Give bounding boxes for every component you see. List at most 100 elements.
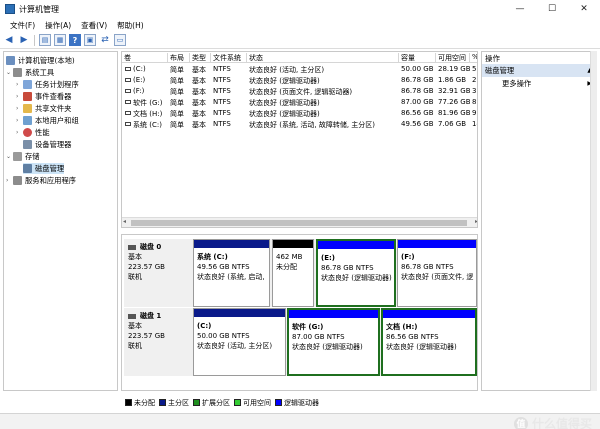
close-button[interactable]: ✕: [568, 0, 600, 18]
partition-block[interactable]: 系统 (C:) 49.56 GB NTFS 状态良好 (系统, 启动,: [193, 239, 270, 307]
back-arrow-icon[interactable]: ◀: [3, 34, 15, 46]
column-type[interactable]: 类型: [190, 53, 211, 63]
menu-bar: 文件(F) 操作(A) 查看(V) 帮助(H): [0, 18, 600, 32]
folder-up-icon[interactable]: ▤: [39, 34, 51, 46]
partition-type-bar: [273, 240, 313, 248]
table-cell: 81.96 GB: [438, 109, 470, 117]
table-cell: 2: [472, 76, 477, 84]
table-cell: 89: [472, 98, 477, 106]
folder-icon: [23, 104, 32, 113]
expand-down-icon[interactable]: ⌄: [6, 69, 13, 76]
scroll-left-icon[interactable]: ◂: [123, 218, 126, 225]
tree-item-shared-folders[interactable]: › 共享文件夹: [16, 103, 71, 114]
tree-item-disk-management[interactable]: 磁盘管理: [23, 163, 65, 174]
forward-arrow-icon[interactable]: ▶: [18, 34, 30, 46]
menu-action[interactable]: 操作(A): [45, 20, 71, 31]
scroll-right-icon[interactable]: ▸: [475, 218, 477, 225]
expand-down-icon[interactable]: ⌄: [6, 153, 13, 160]
legend-free-space: 可用空间: [234, 398, 271, 408]
table-cell: NTFS: [213, 98, 231, 106]
partition-type-bar: [194, 240, 269, 248]
expand-right-icon[interactable]: ›: [16, 117, 23, 124]
menu-file[interactable]: 文件(F): [10, 20, 35, 31]
disk-graphical-view: 磁盘 0 基本 223.57 GB 联机 系统 (C:) 49.56 GB NTFS 状态良…: [121, 234, 478, 391]
column-capacity[interactable]: 容量: [399, 53, 436, 63]
help-icon[interactable]: ?: [69, 34, 81, 46]
table-row[interactable]: (C:) 简单 基本 NTFS 状态良好 (活动, 主分区) 50.00 GB 28.19 …: [122, 64, 477, 75]
column-volume[interactable]: 卷: [122, 53, 168, 63]
table-row[interactable]: (F:) 简单 基本 NTFS 状态良好 (页面文件, 逻辑驱动器) 86.78 GB 32…: [122, 86, 477, 97]
table-cell: 86.78 GB: [401, 76, 434, 84]
event-icon: [23, 92, 32, 101]
more-actions-item[interactable]: 更多操作 ▶: [482, 77, 596, 90]
table-cell: 简单: [170, 88, 184, 96]
table-cell: 简单: [170, 99, 184, 107]
disk-info[interactable]: 磁盘 1 基本 223.57 GB 联机: [124, 308, 191, 376]
expand-right-icon[interactable]: ›: [16, 129, 23, 136]
tree-item-storage[interactable]: ⌄ 存储: [6, 151, 40, 162]
performance-icon: [23, 128, 32, 137]
partition-size: 462 MB: [276, 253, 303, 261]
partition-size: 86.56 GB NTFS: [386, 333, 439, 341]
partition-block[interactable]: (F:) 86.78 GB NTFS 状态良好 (页面文件, 逻: [397, 239, 477, 307]
partition-status: 状态良好 (逻辑驱动器): [321, 274, 392, 282]
table-cell: (F:): [133, 87, 145, 95]
table-row[interactable]: (E:) 简单 基本 NTFS 状态良好 (逻辑驱动器) 86.78 GB 1.86 GB 2: [122, 75, 477, 86]
table-row[interactable]: 软件 (G:) 简单 基本 NTFS 状态良好 (逻辑驱动器) 87.00 GB 77.26…: [122, 97, 477, 108]
column-filesystem[interactable]: 文件系统: [211, 53, 247, 63]
partition-block[interactable]: (E:) 86.78 GB NTFS 状态良好 (逻辑驱动器): [316, 239, 396, 307]
table-cell: 基本: [192, 88, 206, 96]
disk-type: 基本: [128, 253, 142, 261]
partition-block[interactable]: 文档 (H:) 86.56 GB NTFS 状态良好 (逻辑驱动器): [381, 308, 477, 376]
disk-info[interactable]: 磁盘 0 基本 223.57 GB 联机: [124, 239, 191, 307]
partition-block[interactable]: 462 MB 未分配: [272, 239, 314, 307]
expand-right-icon[interactable]: ›: [16, 81, 23, 88]
right-scrollbar[interactable]: [590, 51, 597, 391]
properties-icon[interactable]: ▣: [84, 34, 96, 46]
expand-right-icon[interactable]: ›: [16, 93, 23, 100]
disk-status: 联机: [128, 342, 142, 350]
expand-right-icon[interactable]: ›: [6, 177, 13, 184]
tree-item-event-viewer[interactable]: › 事件查看器: [16, 91, 71, 102]
scroll-thumb[interactable]: [131, 220, 467, 226]
tree-item-performance[interactable]: › 性能: [16, 127, 50, 138]
tree-item-device-manager[interactable]: 设备管理器: [23, 139, 71, 150]
tree-item-system-tools[interactable]: ⌄ 系统工具: [6, 67, 54, 78]
show-action-pane-icon[interactable]: ⇄: [99, 34, 111, 46]
legend-swatch: [193, 399, 200, 406]
disk-name: 磁盘 1: [140, 312, 162, 320]
table-row[interactable]: 系统 (C:) 简单 基本 NTFS 状态良好 (系统, 活动, 故障转储, 主分区) 4…: [122, 119, 477, 130]
menu-view[interactable]: 查看(V): [81, 20, 107, 31]
partition-status: 状态良好 (页面文件, 逻: [401, 273, 474, 281]
tree-root[interactable]: 计算机管理(本地): [6, 55, 75, 66]
column-free-space[interactable]: 可用空间: [436, 53, 470, 63]
legend-logical-drive: 逻辑驱动器: [275, 398, 319, 408]
storage-icon: [13, 152, 22, 161]
actions-section-disk-management[interactable]: 磁盘管理 ▲: [482, 64, 596, 77]
partition-size: 86.78 GB NTFS: [321, 264, 374, 272]
column-layout[interactable]: 布局: [168, 53, 190, 63]
partition-status: 状态良好 (逻辑驱动器): [386, 343, 457, 351]
expand-right-icon[interactable]: ›: [16, 105, 23, 112]
column-percent-free[interactable]: %: [470, 53, 477, 63]
table-cell: (C:): [133, 65, 146, 73]
partition-block[interactable]: (C:) 50.00 GB NTFS 状态良好 (活动, 主分区): [193, 308, 286, 376]
users-icon: [23, 116, 32, 125]
clock-icon: [23, 80, 32, 89]
minimize-button[interactable]: —: [504, 0, 536, 18]
table-row[interactable]: 文档 (H:) 简单 基本 NTFS 状态良好 (逻辑驱动器) 86.56 GB 81.96…: [122, 108, 477, 119]
maximize-button[interactable]: ☐: [536, 0, 568, 18]
menu-help[interactable]: 帮助(H): [117, 20, 144, 31]
partition-title: (F:): [401, 253, 415, 261]
column-status[interactable]: 状态: [247, 53, 399, 63]
horizontal-scrollbar[interactable]: ◂ ▸: [122, 217, 477, 227]
tree-item-services-apps[interactable]: › 服务和应用程序: [6, 175, 76, 186]
table-cell: 系统 (C:): [133, 121, 162, 129]
tree-item-local-users[interactable]: › 本地用户和组: [16, 115, 79, 126]
show-tree-icon[interactable]: ▦: [54, 34, 66, 46]
partition-block[interactable]: 软件 (G:) 87.00 GB NTFS 状态良好 (逻辑驱动器): [287, 308, 380, 376]
tree-item-task-scheduler[interactable]: › 任务计划程序: [16, 79, 79, 90]
show-list-icon[interactable]: ▭: [114, 34, 126, 46]
legend-swatch: [125, 399, 132, 406]
table-cell: (E:): [133, 76, 146, 84]
